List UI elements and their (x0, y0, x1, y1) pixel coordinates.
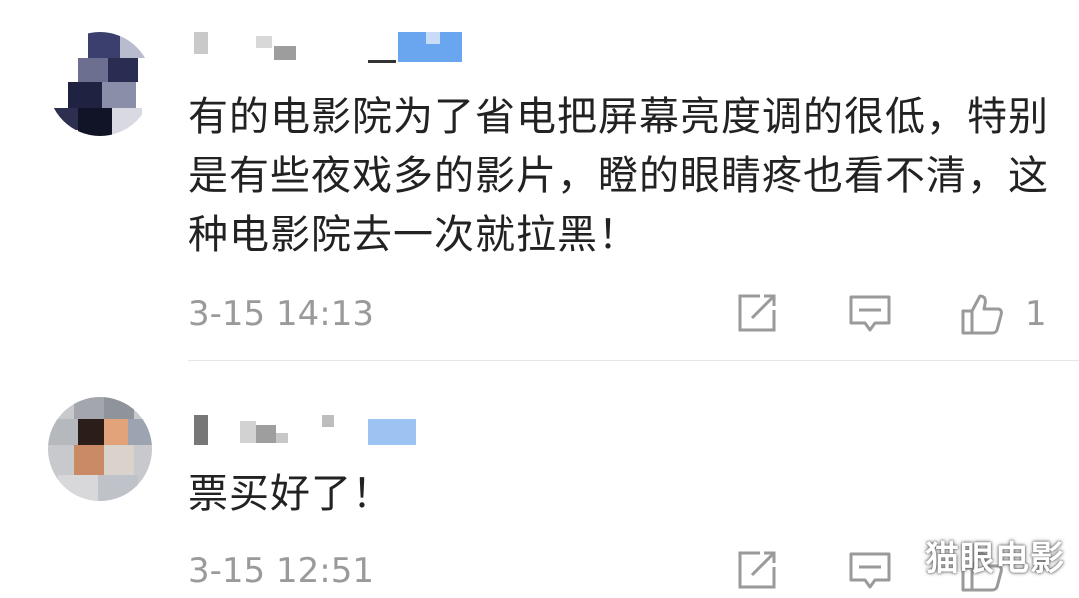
username-blurred[interactable] (190, 415, 430, 451)
like-count: 1 (1025, 294, 1047, 334)
avatar[interactable] (48, 397, 152, 501)
comment-timestamp: 3-15 14:13 (188, 294, 374, 334)
username-blurred[interactable] (190, 32, 470, 68)
watermark: 猫眼电影 (925, 539, 1065, 579)
comment-icon[interactable] (848, 292, 892, 336)
comment-timestamp: 3-15 12:51 (188, 551, 374, 591)
comment-meta: 3-15 14:13 1 (188, 292, 1058, 336)
comment-item: 有的电影院为了省电把屏幕亮度调的很低，特别是有些夜戏多的影片，瞪的眼睛疼也看不清… (0, 0, 1079, 360)
share-icon[interactable] (734, 549, 778, 593)
share-icon[interactable] (734, 292, 778, 336)
comment-item: 票买好了！ 3-15 12:51 (0, 361, 1079, 598)
comment-text: 票买好了！ (188, 471, 393, 517)
thumbs-up-icon[interactable] (960, 292, 1004, 336)
comment-text: 有的电影院为了省电把屏幕亮度调的很低，特别是有些夜戏多的影片，瞪的眼睛疼也看不清… (188, 94, 1049, 258)
avatar[interactable] (48, 32, 152, 136)
comment-icon[interactable] (848, 549, 892, 593)
